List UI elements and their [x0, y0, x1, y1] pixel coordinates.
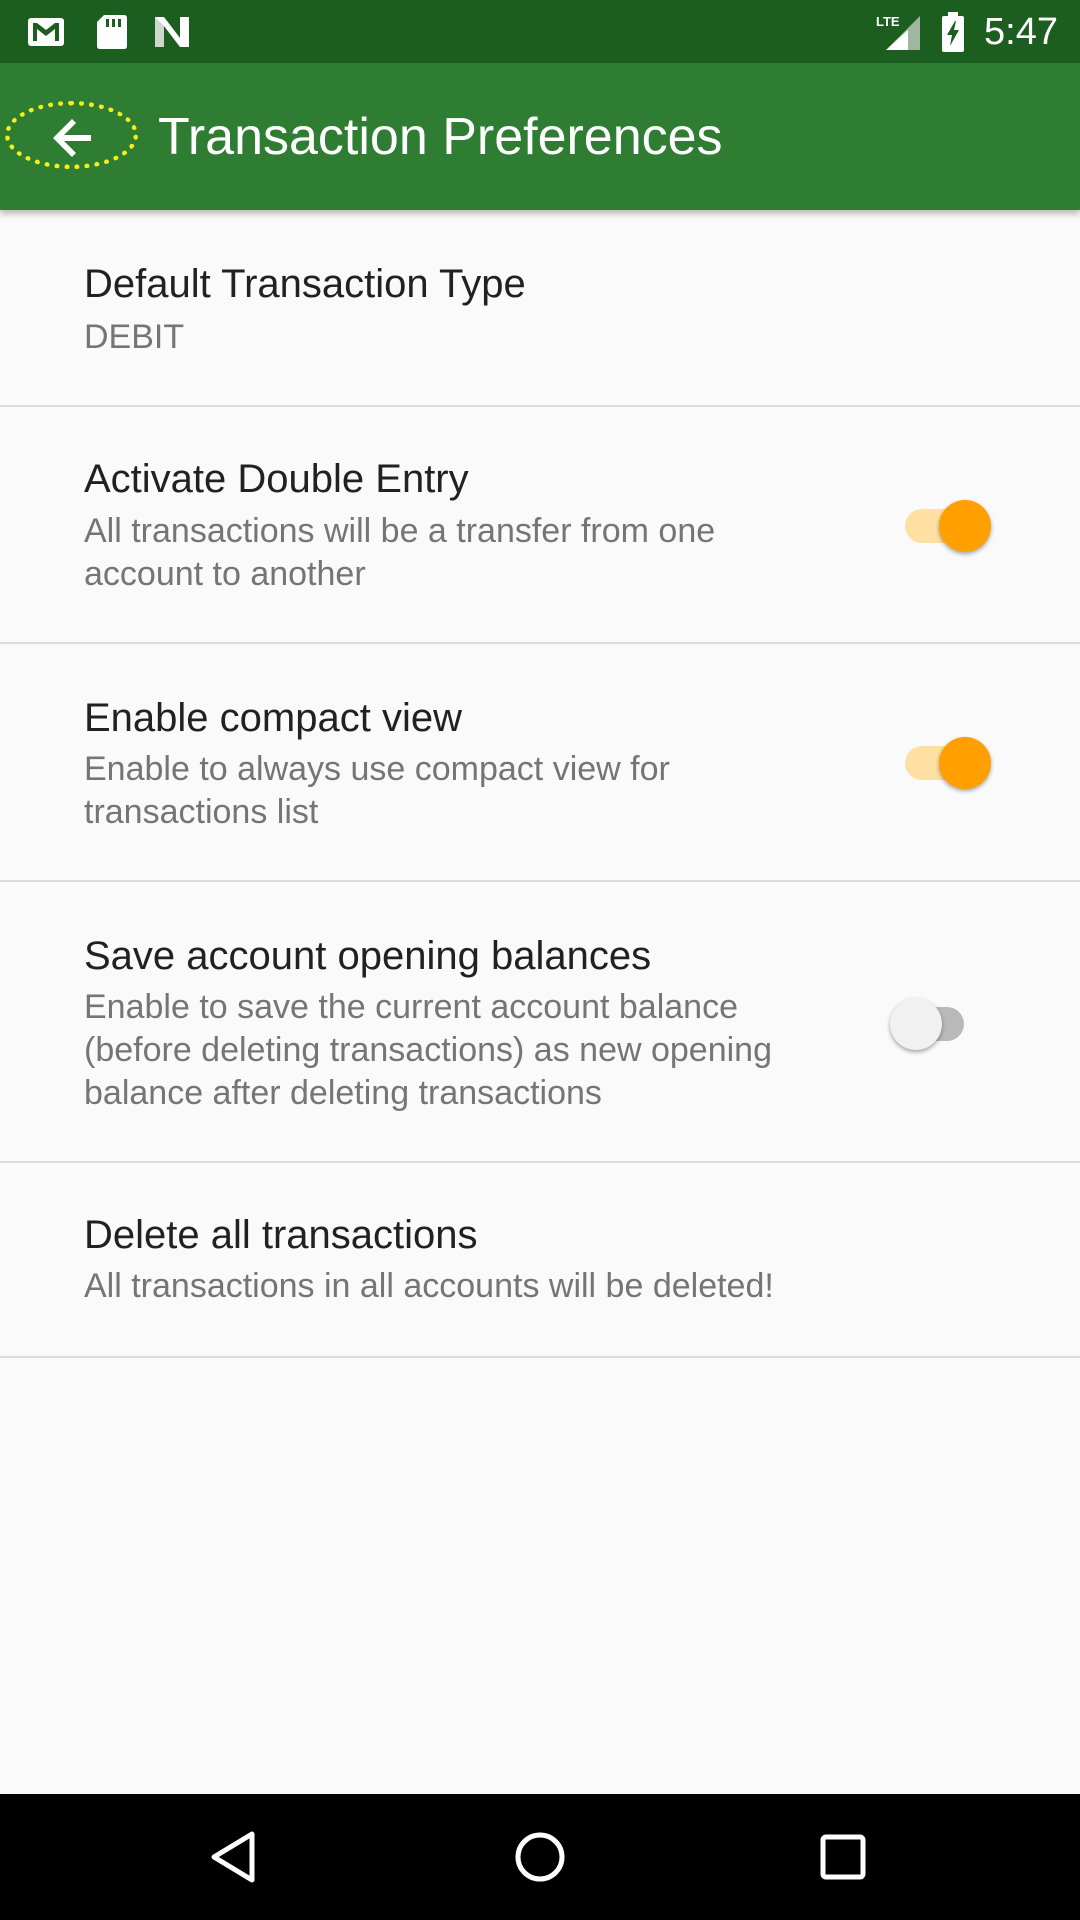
pref-enable-compact-view[interactable]: Enable compact view Enable to always use… — [0, 644, 1080, 882]
nav-recents-icon — [820, 1834, 866, 1880]
battery-charging-icon — [940, 12, 966, 52]
pref-summary: Enable to always use compact view for tr… — [84, 750, 670, 831]
nav-recents-button[interactable] — [808, 1822, 878, 1892]
pref-delete-all-transactions[interactable]: Delete all transactions All transactions… — [0, 1163, 1080, 1358]
pref-summary: All transactions will be a transfer from… — [84, 512, 716, 593]
pref-save-opening-balances[interactable]: Save account opening balances Enable to … — [0, 882, 1080, 1163]
switch-thumb — [939, 500, 991, 552]
compact-view-switch[interactable] — [905, 732, 991, 792]
switch-thumb — [939, 737, 991, 789]
n-notification-icon — [152, 12, 192, 52]
pref-summary: Enable to save the current account balan… — [84, 988, 772, 1112]
sd-card-icon — [92, 12, 132, 52]
page-title: Transaction Preferences — [158, 108, 723, 166]
clock: 5:47 — [984, 11, 1058, 53]
preference-list: Default Transaction Type DEBIT Activate … — [0, 210, 1080, 1358]
arrow-back-icon — [53, 119, 91, 157]
app-bar: Transaction Preferences — [0, 63, 1080, 210]
pref-title: Save account opening balances — [84, 934, 652, 978]
network-type-label: LTE — [876, 14, 900, 29]
status-bar: LTE 5:47 — [0, 0, 1080, 63]
lte-signal-icon: LTE — [876, 12, 924, 52]
nav-home-icon — [515, 1832, 565, 1882]
pref-title: Enable compact view — [84, 696, 462, 740]
pref-activate-double-entry[interactable]: Activate Double Entry All transactions w… — [0, 407, 1080, 644]
double-entry-switch[interactable] — [905, 495, 991, 555]
pref-summary: DEBIT — [84, 318, 185, 356]
pref-title: Activate Double Entry — [84, 457, 469, 501]
pref-title: Delete all transactions — [84, 1213, 478, 1257]
nav-home-button[interactable] — [505, 1822, 575, 1892]
navigation-bar — [0, 1794, 1080, 1920]
nav-back-button[interactable] — [200, 1822, 270, 1892]
pref-summary: All transactions in all accounts will be… — [84, 1267, 774, 1305]
opening-balances-switch[interactable] — [890, 993, 978, 1053]
nav-back-icon — [211, 1831, 255, 1883]
pref-default-transaction-type[interactable]: Default Transaction Type DEBIT — [0, 210, 1080, 407]
back-button[interactable] — [5, 101, 138, 169]
switch-thumb — [890, 998, 942, 1050]
pref-title: Default Transaction Type — [84, 262, 526, 306]
gmail-icon — [26, 12, 66, 52]
